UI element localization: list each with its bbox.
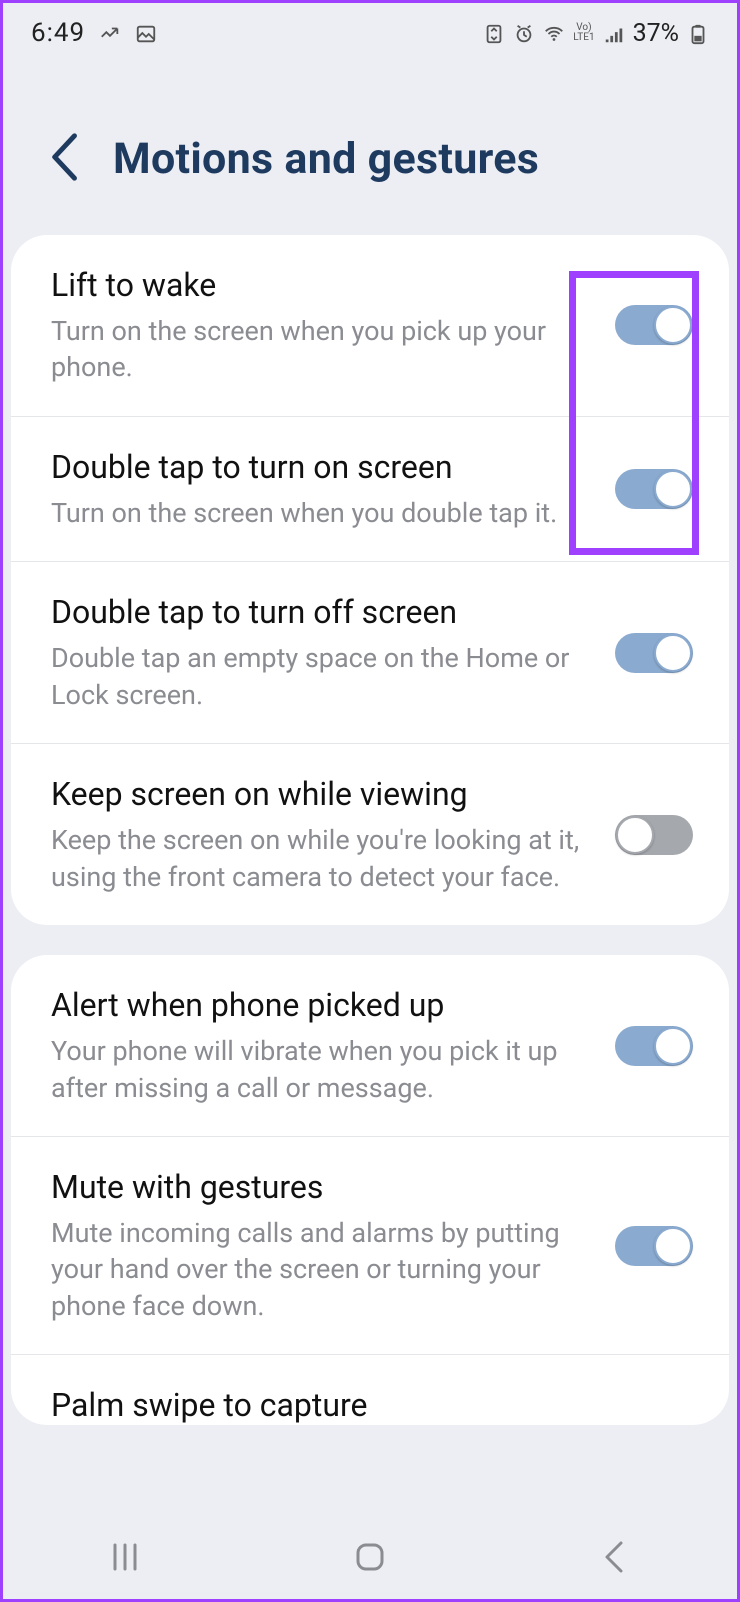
- row-desc: Mute incoming calls and alarms by puttin…: [51, 1215, 597, 1324]
- battery-icon: [687, 22, 709, 44]
- settings-group-1: Lift to wake Turn on the screen when you…: [11, 235, 729, 925]
- row-keep-screen-on[interactable]: Keep screen on while viewing Keep the sc…: [11, 743, 729, 925]
- row-double-tap-off[interactable]: Double tap to turn off screen Double tap…: [11, 561, 729, 743]
- toggle-double-tap-off[interactable]: [615, 633, 693, 673]
- alarm-icon: [513, 22, 535, 44]
- toggle-double-tap-on[interactable]: [615, 469, 693, 509]
- row-title: Double tap to turn off screen: [51, 592, 597, 632]
- wifi-icon: [543, 22, 565, 44]
- row-title: Double tap to turn on screen: [51, 447, 597, 487]
- toggle-alert-pickup[interactable]: [615, 1026, 693, 1066]
- status-bar: 6:49 Vo)LTE1 37%: [3, 3, 737, 63]
- row-title: Alert when phone picked up: [51, 985, 597, 1025]
- toggle-keep-screen-on[interactable]: [615, 815, 693, 855]
- nav-back[interactable]: [595, 1537, 635, 1577]
- volte-icon: Vo)LTE1: [573, 23, 594, 43]
- row-desc: Your phone will vibrate when you pick it…: [51, 1033, 597, 1106]
- row-title: Palm swipe to capture: [51, 1385, 693, 1425]
- missed-call-icon: [99, 22, 121, 44]
- nav-recents[interactable]: [105, 1537, 145, 1577]
- row-desc: Double tap an empty space on the Home or…: [51, 640, 597, 713]
- row-alert-pickup[interactable]: Alert when phone picked up Your phone wi…: [11, 955, 729, 1136]
- page-title: Motions and gestures: [113, 134, 539, 184]
- settings-group-2: Alert when phone picked up Your phone wi…: [11, 955, 729, 1425]
- row-title: Keep screen on while viewing: [51, 774, 597, 814]
- row-mute-gestures[interactable]: Mute with gestures Mute incoming calls a…: [11, 1136, 729, 1354]
- battery-percent: 37%: [633, 19, 679, 48]
- row-double-tap-on[interactable]: Double tap to turn on screen Turn on the…: [11, 416, 729, 561]
- toggle-lift-to-wake[interactable]: [615, 305, 693, 345]
- settings-header: Motions and gestures: [3, 63, 737, 235]
- sync-icon: [483, 22, 505, 44]
- status-time: 6:49: [31, 18, 85, 48]
- back-button[interactable]: [49, 133, 83, 185]
- toggle-mute-gestures[interactable]: [615, 1226, 693, 1266]
- android-navbar: [3, 1515, 737, 1599]
- row-title: Mute with gestures: [51, 1167, 597, 1207]
- row-palm-swipe[interactable]: Palm swipe to capture: [11, 1354, 729, 1425]
- row-desc: Turn on the screen when you double tap i…: [51, 495, 597, 531]
- row-title: Lift to wake: [51, 265, 597, 305]
- row-lift-to-wake[interactable]: Lift to wake Turn on the screen when you…: [11, 235, 729, 416]
- image-icon: [135, 22, 157, 44]
- row-desc: Keep the screen on while you're looking …: [51, 822, 597, 895]
- row-desc: Turn on the screen when you pick up your…: [51, 313, 597, 386]
- nav-home[interactable]: [350, 1537, 390, 1577]
- signal-icon: [603, 22, 625, 44]
